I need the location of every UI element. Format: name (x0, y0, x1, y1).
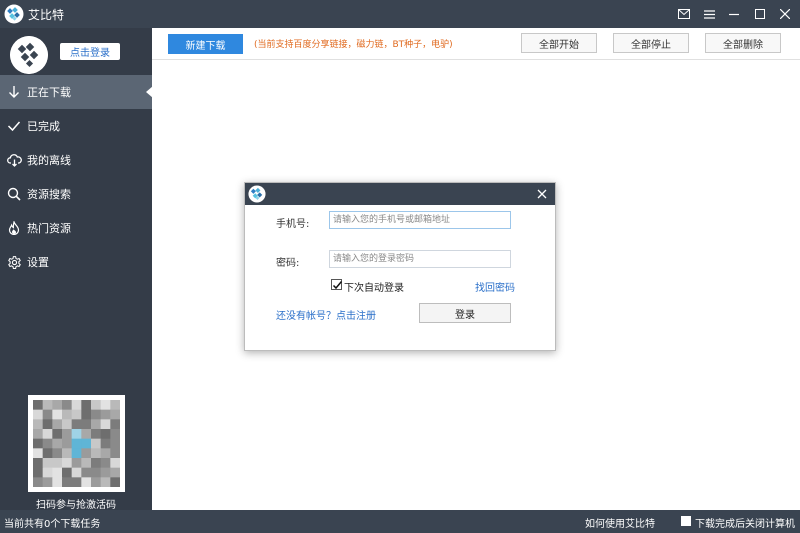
sidebar-item-completed[interactable]: 已完成 (0, 109, 152, 143)
supported-sources-tip: (当前支持百度分享链接，磁力链，BT种子，电驴) (254, 40, 453, 50)
delete-all-button[interactable]: 全部删除 (705, 33, 781, 53)
sidebar-item-label: 我的离线 (27, 154, 71, 167)
qr-caption: 扫码参与抢激活码 (36, 500, 116, 511)
dialog-header (245, 183, 555, 205)
how-to-use-link[interactable]: 如何使用艾比特 (585, 515, 655, 530)
gear-icon (6, 254, 22, 270)
sidebar-item-label: 热门资源 (27, 222, 71, 235)
phone-email-input[interactable] (329, 211, 511, 229)
search-icon (6, 186, 22, 202)
flame-icon (6, 220, 22, 236)
start-all-button[interactable]: 全部开始 (521, 33, 597, 53)
avatar[interactable] (10, 36, 48, 74)
dialog-close-icon[interactable] (535, 187, 549, 201)
shutdown-after-download-label: 下载完成后关闭计算机 (695, 519, 795, 530)
sidebar-item-label: 资源搜索 (27, 188, 71, 201)
title-bar: 艾比特 (0, 0, 800, 28)
app-logo-icon (4, 4, 24, 24)
sidebar-item-label: 正在下载 (27, 86, 71, 99)
minimize-icon[interactable] (723, 4, 745, 24)
dialog-logo-icon (248, 185, 266, 203)
close-icon[interactable] (774, 4, 796, 24)
qr-code-image (33, 400, 121, 488)
shutdown-after-download-checkbox[interactable] (681, 516, 691, 526)
maximize-icon[interactable] (749, 4, 771, 24)
mail-icon[interactable] (673, 4, 695, 24)
auto-login-checkbox[interactable] (331, 279, 343, 290)
sidebar-item-label: 已完成 (27, 120, 60, 133)
sidebar-item-downloading[interactable]: 正在下载 (0, 75, 153, 109)
sidebar-item-settings[interactable]: 设置 (0, 245, 152, 279)
sidebar-item-label: 设置 (27, 256, 49, 269)
avatar-logo-icon (10, 36, 48, 74)
sidebar-login-button[interactable]: 点击登录 (60, 43, 120, 60)
download-arrow-icon (6, 84, 22, 100)
phone-label: 手机号: (276, 219, 310, 230)
stop-all-button[interactable]: 全部停止 (613, 33, 689, 53)
new-download-button[interactable]: 新建下载 (168, 34, 243, 54)
menu-icon[interactable] (698, 4, 720, 24)
checkmark-icon (332, 281, 343, 290)
register-link[interactable]: 还没有帐号？点击注册 (276, 307, 376, 322)
sidebar-item-search[interactable]: 资源搜索 (0, 177, 152, 211)
auto-login-label: 下次自动登录 (344, 283, 404, 294)
app-title: 艾比特 (28, 8, 65, 22)
status-bar: 当前共有0个下载任务 如何使用艾比特 下载完成后关闭计算机 (0, 510, 800, 533)
qr-code (28, 395, 125, 492)
login-dialog: 手机号: 密码: 下次自动登录 找回密码 还没有帐号？点击注册 登录 (244, 182, 556, 351)
dialog-login-button[interactable]: 登录 (419, 303, 511, 323)
password-label: 密码: (276, 258, 300, 269)
toolbar: 新建下载 (当前支持百度分享链接，磁力链，BT种子，电驴) 全部开始 全部停止 … (152, 28, 800, 60)
cloud-icon (6, 152, 22, 168)
checkmark-icon (6, 118, 22, 134)
sidebar-item-hot[interactable]: 热门资源 (0, 211, 152, 245)
sidebar-item-offline[interactable]: 我的离线 (0, 143, 152, 177)
sidebar: 点击登录 正在下载 已完成 我的离线 资源搜索 热门资源 设置 扫码参与抢激活码 (0, 28, 153, 511)
forgot-password-link[interactable]: 找回密码 (475, 279, 515, 294)
password-input[interactable] (329, 250, 511, 268)
sidebar-nav: 正在下载 已完成 我的离线 资源搜索 热门资源 设置 (0, 75, 153, 279)
task-count-text: 当前共有0个下载任务 (4, 519, 101, 530)
